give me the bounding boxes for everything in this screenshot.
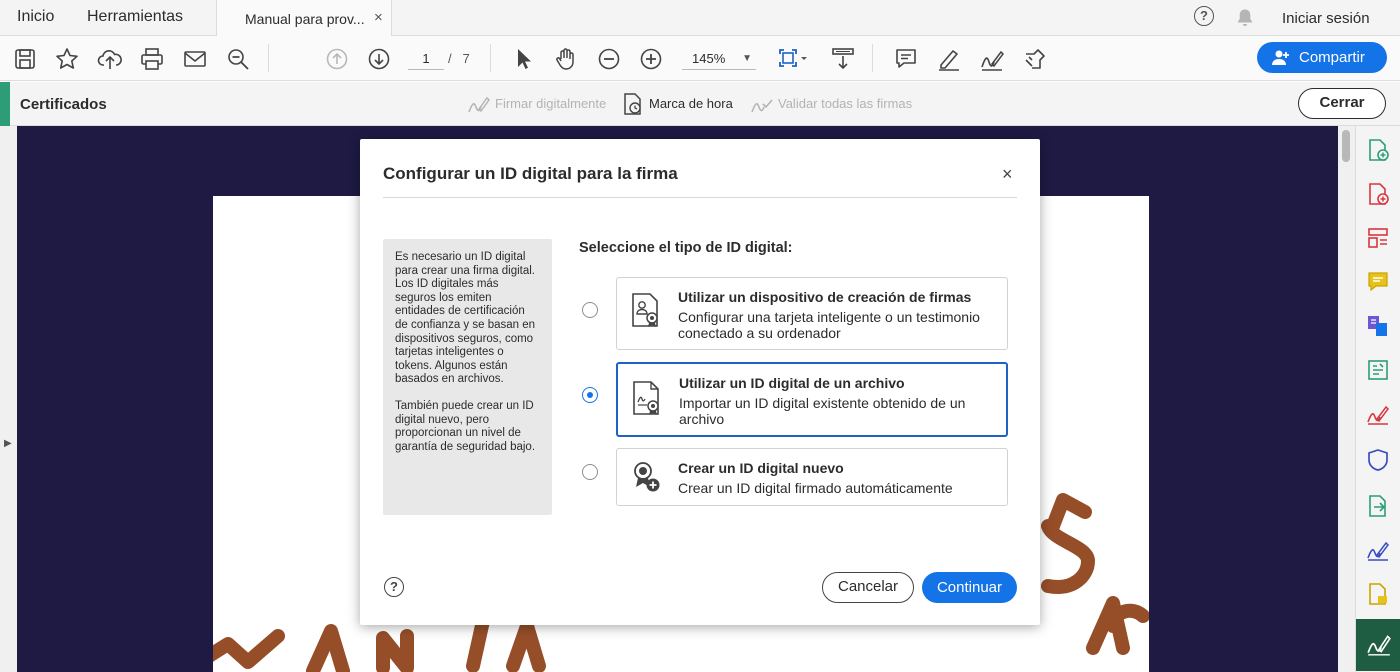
main-toolbar: 1 / 7 145% ▼ Compartir [0, 36, 1400, 81]
option-title: Utilizar un ID digital de un archivo [679, 375, 905, 391]
cloud-upload-icon[interactable] [97, 46, 123, 72]
export-pdf-icon[interactable] [1366, 182, 1390, 206]
nav-tools-link[interactable]: Herramientas [87, 8, 183, 26]
help-icon[interactable]: ? [1194, 6, 1214, 26]
vertical-scrollbar[interactable] [1338, 126, 1355, 672]
validate-signature-icon [751, 99, 773, 113]
scan-icon[interactable] [1366, 582, 1390, 606]
info-paragraph: Es necesario un ID digital para crear un… [395, 251, 536, 386]
option-description: Configurar una tarjeta inteligente o un … [678, 309, 980, 341]
protect-icon[interactable] [1366, 448, 1390, 472]
tool-accent-bar [0, 82, 10, 126]
digital-id-dialog: Configurar un ID digital para la firma ×… [360, 139, 1040, 625]
more-tools-icon[interactable] [1022, 46, 1048, 72]
fit-page-icon[interactable] [776, 46, 812, 72]
top-navigation: Inicio Herramientas Manual para prov... … [0, 0, 1400, 36]
sign-digitally-button[interactable]: Firmar digitalmente [468, 96, 606, 113]
expand-arrow-icon: ▶ [4, 438, 12, 449]
zoom-in-icon[interactable] [638, 46, 664, 72]
fill-sign-icon[interactable] [1366, 402, 1390, 426]
scroll-mode-icon[interactable] [830, 46, 856, 72]
create-pdf-icon[interactable] [1366, 138, 1390, 162]
dialog-close-icon[interactable]: × [1002, 164, 1013, 185]
page-count: / 7 [448, 51, 470, 66]
current-page-input[interactable]: 1 [408, 48, 444, 70]
option-signature-device[interactable]: Utilizar un dispositivo de creación de f… [616, 277, 1008, 350]
dialog-divider [383, 197, 1017, 198]
mail-icon[interactable] [182, 46, 208, 72]
radio-signature-device[interactable] [582, 302, 598, 318]
request-signature-icon[interactable] [1366, 538, 1390, 562]
option-description: Crear un ID digital firmado automáticame… [678, 480, 953, 496]
cancel-button[interactable]: Cancelar [822, 572, 914, 603]
select-type-label: Seleccione el tipo de ID digital: [579, 240, 793, 256]
hand-icon[interactable] [553, 46, 579, 72]
organize-pages-icon[interactable] [1366, 226, 1390, 250]
share-button-label: Compartir [1299, 49, 1365, 66]
sign-pen-icon [468, 96, 490, 113]
zoom-search-icon[interactable] [225, 46, 251, 72]
left-panel-toggle[interactable]: ▶ [0, 126, 17, 672]
option-new-id[interactable]: Crear un ID digital nuevo Crear un ID di… [616, 448, 1008, 506]
dialog-title: Configurar un ID digital para la firma [383, 164, 678, 183]
highlight-pen-icon[interactable] [936, 46, 962, 72]
chevron-down-icon: ▼ [742, 53, 752, 64]
option-title: Utilizar un dispositivo de creación de f… [678, 289, 972, 305]
certificate-file-icon [633, 381, 659, 415]
certificates-title: Certificados [20, 96, 107, 113]
continue-button[interactable]: Continuar [922, 572, 1017, 603]
zoom-level-select[interactable]: 145% ▼ [682, 48, 756, 70]
page-up-icon[interactable] [324, 46, 350, 72]
option-file-id[interactable]: Utilizar un ID digital de un archivo Imp… [616, 362, 1008, 437]
option-title: Crear un ID digital nuevo [678, 460, 844, 476]
radio-new-id[interactable] [582, 464, 598, 480]
zoom-level-value: 145% [692, 51, 726, 66]
info-paragraph: También puede crear un ID digital nuevo,… [395, 399, 536, 453]
edit-pdf-icon[interactable] [1366, 358, 1390, 382]
right-tools-panel [1355, 126, 1400, 672]
print-icon[interactable] [139, 46, 165, 72]
dialog-help-icon[interactable]: ? [384, 577, 404, 597]
notification-bell-icon[interactable] [1236, 8, 1254, 28]
certificates-toolbar: Certificados Firmar digitalmente Marca d… [0, 82, 1400, 126]
new-certificate-icon [634, 462, 660, 492]
combine-files-icon[interactable] [1366, 314, 1390, 338]
validate-signatures-button[interactable]: Validar todas las firmas [751, 96, 912, 113]
tab-close-icon[interactable]: × [374, 9, 383, 26]
timestamp-doc-icon [624, 93, 641, 115]
info-panel: Es necesario un ID digital para crear un… [383, 239, 552, 515]
timestamp-button[interactable]: Marca de hora [624, 93, 733, 115]
zoom-out-icon[interactable] [596, 46, 622, 72]
add-user-icon [1272, 50, 1289, 65]
certificates-icon [1367, 635, 1391, 656]
close-tool-button[interactable]: Cerrar [1298, 88, 1386, 119]
star-icon[interactable] [54, 46, 80, 72]
page-down-icon[interactable] [366, 46, 392, 72]
nav-home-link[interactable]: Inicio [17, 8, 54, 26]
fill-sign-icon[interactable] [979, 46, 1005, 72]
share-button[interactable]: Compartir [1257, 42, 1387, 73]
comment-icon[interactable] [893, 46, 919, 72]
certificate-device-icon [632, 293, 658, 327]
radio-file-id[interactable] [582, 387, 598, 403]
select-pointer-icon[interactable] [510, 46, 536, 72]
save-icon[interactable] [12, 46, 38, 72]
scrollbar-thumb[interactable] [1342, 130, 1350, 162]
send-review-icon[interactable] [1366, 494, 1390, 518]
option-description: Importar un ID digital existente obtenid… [679, 395, 966, 427]
signin-link[interactable]: Iniciar sesión [1282, 10, 1370, 27]
document-tab[interactable]: Manual para prov... × [216, 0, 392, 36]
comment-icon[interactable] [1366, 270, 1390, 294]
certificates-tool-active[interactable] [1356, 619, 1400, 671]
document-tab-title: Manual para prov... [245, 11, 365, 27]
